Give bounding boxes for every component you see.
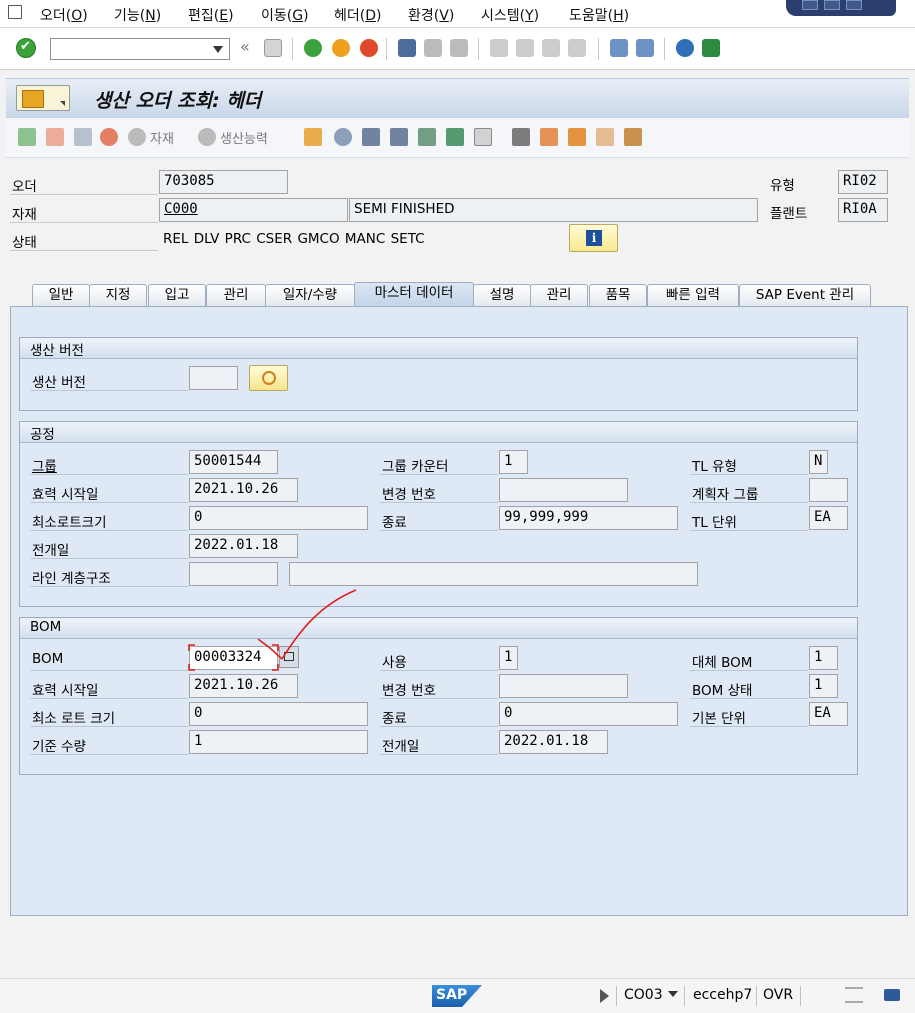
sap-logo: SAP <box>432 985 482 1007</box>
status-separator <box>616 986 617 1006</box>
lock-icon <box>884 989 900 1001</box>
transaction-code: CO03 <box>624 987 663 1003</box>
server-name: ecc​ehp7 <box>693 987 753 1003</box>
red-annotation-marks <box>188 589 357 671</box>
play-icon[interactable] <box>600 989 609 1003</box>
status-separator <box>756 986 757 1006</box>
chevron-down-icon[interactable] <box>668 991 678 997</box>
insert-mode: OVR <box>763 987 794 1003</box>
status-bar: SAP CO03 ecc​ehp7 OVR <box>0 978 915 1013</box>
connection-icon <box>845 987 863 1003</box>
status-separator <box>800 986 801 1006</box>
status-separator <box>684 986 685 1006</box>
annotation-corner-bracket <box>188 644 279 671</box>
annotation-arrow-stroke <box>281 589 357 660</box>
